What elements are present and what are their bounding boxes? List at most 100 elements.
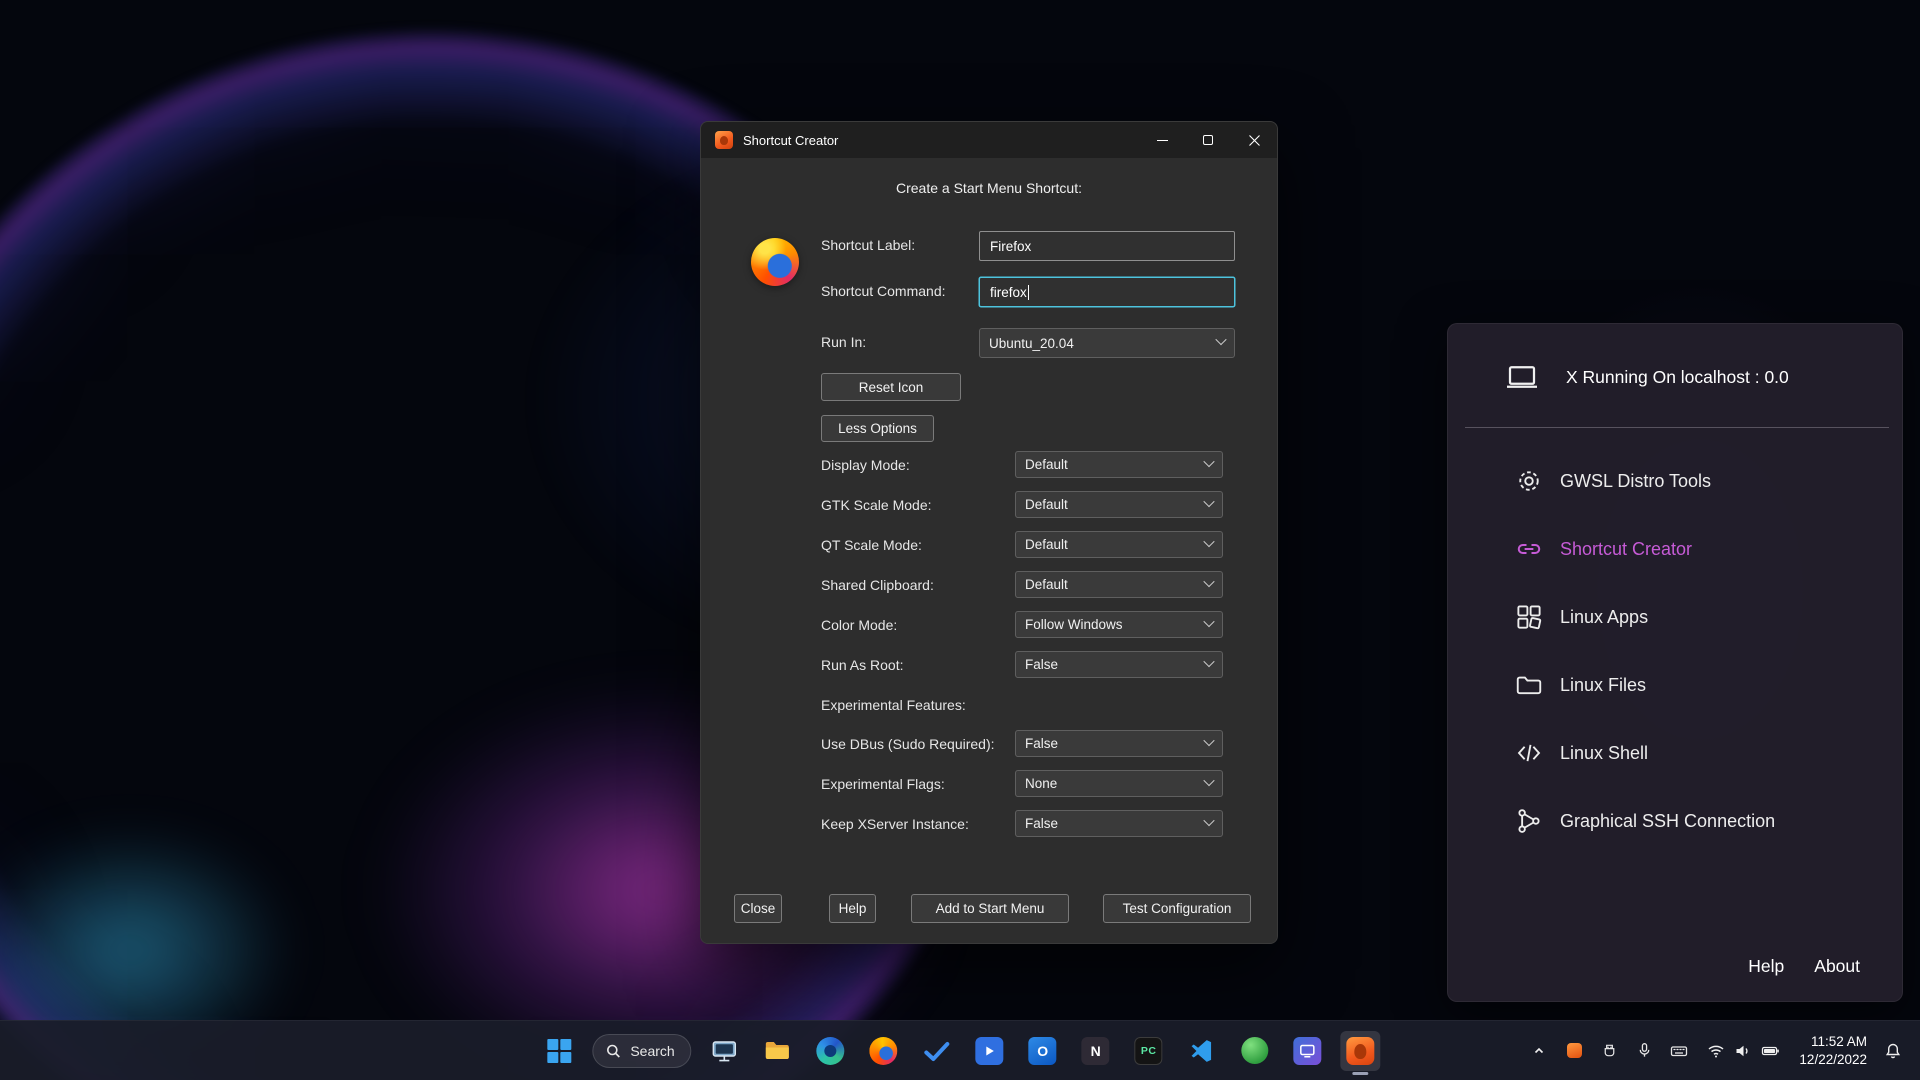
shared-clipboard-row: Shared Clipboard: Default xyxy=(701,571,1277,599)
panel-about-link[interactable]: About xyxy=(1814,956,1860,977)
panel-item-label: GWSL Distro Tools xyxy=(1560,471,1711,492)
remote-app-button[interactable] xyxy=(1288,1031,1328,1071)
remote-screen-icon xyxy=(1294,1037,1322,1065)
todo-app-button[interactable] xyxy=(917,1031,957,1071)
movies-app-button[interactable] xyxy=(970,1031,1010,1071)
start-button[interactable] xyxy=(539,1031,579,1071)
firefox-browser-button[interactable] xyxy=(864,1031,904,1071)
panel-item-shortcut-creator[interactable]: Shortcut Creator xyxy=(1448,515,1902,583)
gtk-scale-mode-row: GTK Scale Mode: Default xyxy=(701,491,1277,519)
test-configuration-button[interactable]: Test Configuration xyxy=(1103,894,1251,923)
shortcut-label-input[interactable]: Firefox xyxy=(979,231,1235,261)
panel-item-label: Linux Shell xyxy=(1560,743,1648,764)
shared-clipboard-select[interactable]: Default xyxy=(1015,571,1223,598)
run-in-select[interactable]: Ubuntu_20.04 xyxy=(979,328,1235,358)
panel-item-gwsl-distro-tools[interactable]: GWSL Distro Tools xyxy=(1448,447,1902,515)
chevron-down-icon xyxy=(1203,615,1214,626)
close-button[interactable]: Close xyxy=(734,894,782,923)
tray-gwsl-button[interactable] xyxy=(1559,1031,1589,1071)
minimize-icon xyxy=(1157,140,1168,141)
play-icon xyxy=(976,1037,1004,1065)
taskbar-center: Search O N PC xyxy=(539,1021,1380,1080)
color-mode-select[interactable]: Follow Windows xyxy=(1015,611,1223,638)
dialog-heading: Create a Start Menu Shortcut: xyxy=(701,180,1277,196)
chevron-down-icon xyxy=(1203,535,1214,546)
vscode-app-button[interactable] xyxy=(1182,1031,1222,1071)
taskbar-search[interactable]: Search xyxy=(592,1034,691,1068)
field-label: Experimental Flags: xyxy=(821,776,945,792)
edge-icon xyxy=(817,1037,845,1065)
search-icon xyxy=(605,1043,621,1059)
experimental-features-heading: Experimental Features: xyxy=(821,697,966,713)
file-explorer-button[interactable] xyxy=(758,1031,798,1071)
bell-icon xyxy=(1884,1042,1902,1060)
experimental-flags-select[interactable]: None xyxy=(1015,770,1223,797)
shortcut-label-row: Shortcut Label: Firefox xyxy=(701,231,1277,259)
shortcut-command-row: Shortcut Command: firefox xyxy=(701,277,1277,305)
pycharm-app-button[interactable]: PC xyxy=(1129,1031,1169,1071)
shortcut-creator-window: Shortcut Creator Create a Start Menu Sho… xyxy=(700,121,1278,944)
panel-item-label: Shortcut Creator xyxy=(1560,539,1692,560)
field-label: Run In: xyxy=(821,334,866,350)
maximize-button[interactable] xyxy=(1185,122,1231,158)
shortcut-command-input[interactable]: firefox xyxy=(979,277,1235,307)
field-label: Color Mode: xyxy=(821,617,897,633)
color-mode-row: Color Mode: Follow Windows xyxy=(701,611,1277,639)
less-options-button[interactable]: Less Options xyxy=(821,415,934,442)
add-to-start-menu-button[interactable]: Add to Start Menu xyxy=(911,894,1069,923)
panel-help-link[interactable]: Help xyxy=(1748,956,1784,977)
panel-item-linux-shell[interactable]: Linux Shell xyxy=(1448,719,1902,787)
selected-value: None xyxy=(1025,776,1057,791)
field-label: Shortcut Command: xyxy=(821,283,946,299)
tray-usb-button[interactable] xyxy=(1594,1031,1624,1071)
display-mode-select[interactable]: Default xyxy=(1015,451,1223,478)
run-as-root-select[interactable]: False xyxy=(1015,651,1223,678)
input-value: firefox xyxy=(990,285,1027,300)
experimental-heading-row: Experimental Features: xyxy=(701,691,1277,719)
minimize-button[interactable] xyxy=(1139,122,1185,158)
tray-microphone-button[interactable] xyxy=(1629,1031,1659,1071)
computer-app-button[interactable] xyxy=(705,1031,745,1071)
link-icon xyxy=(1514,534,1544,564)
apps-grid-icon xyxy=(1514,602,1544,632)
panel-item-linux-files[interactable]: Linux Files xyxy=(1448,651,1902,719)
gtk-scale-mode-select[interactable]: Default xyxy=(1015,491,1223,518)
keep-xserver-select[interactable]: False xyxy=(1015,810,1223,837)
selected-value: Default xyxy=(1025,537,1068,552)
chevron-down-icon xyxy=(1203,734,1214,745)
outlook-icon: O xyxy=(1029,1037,1057,1065)
close-window-button[interactable] xyxy=(1231,122,1277,158)
volume-icon xyxy=(1734,1042,1752,1060)
firefox-icon xyxy=(870,1037,898,1065)
run-in-row: Run In: Ubuntu_20.04 xyxy=(701,328,1277,356)
onenote-app-button[interactable]: N xyxy=(1076,1031,1116,1071)
qt-scale-mode-select[interactable]: Default xyxy=(1015,531,1223,558)
use-dbus-select[interactable]: False xyxy=(1015,730,1223,757)
selected-value: Default xyxy=(1025,497,1068,512)
outlook-app-button[interactable]: O xyxy=(1023,1031,1063,1071)
panel-item-graphical-ssh-connection[interactable]: Graphical SSH Connection xyxy=(1448,787,1902,855)
field-label: Run As Root: xyxy=(821,657,904,673)
quick-settings-button[interactable] xyxy=(1699,1031,1788,1071)
panel-item-label: Graphical SSH Connection xyxy=(1560,811,1775,832)
vscode-icon xyxy=(1189,1038,1215,1064)
green-app-button[interactable] xyxy=(1235,1031,1275,1071)
reset-icon-button[interactable]: Reset Icon xyxy=(821,373,961,401)
chevron-down-icon xyxy=(1203,575,1214,586)
tray-keyboard-button[interactable] xyxy=(1664,1031,1694,1071)
panel-footer: Help About xyxy=(1748,956,1860,977)
tray-overflow-button[interactable] xyxy=(1524,1031,1554,1071)
help-button[interactable]: Help xyxy=(829,894,876,923)
selected-value: False xyxy=(1025,657,1058,672)
edge-browser-button[interactable] xyxy=(811,1031,851,1071)
usb-icon xyxy=(1601,1042,1618,1059)
x-server-status: X Running On localhost : 0.0 xyxy=(1566,367,1789,388)
pycharm-icon: PC xyxy=(1135,1037,1163,1065)
taskbar-clock[interactable]: 11:52 AM 12/22/2022 xyxy=(1793,1031,1873,1071)
selected-value: Ubuntu_20.04 xyxy=(989,336,1074,351)
titlebar[interactable]: Shortcut Creator xyxy=(701,122,1277,158)
notification-center-button[interactable] xyxy=(1878,1031,1908,1071)
panel-item-linux-apps[interactable]: Linux Apps xyxy=(1448,583,1902,651)
gwsl-app-button[interactable] xyxy=(1341,1031,1381,1071)
folder-icon xyxy=(764,1037,792,1065)
